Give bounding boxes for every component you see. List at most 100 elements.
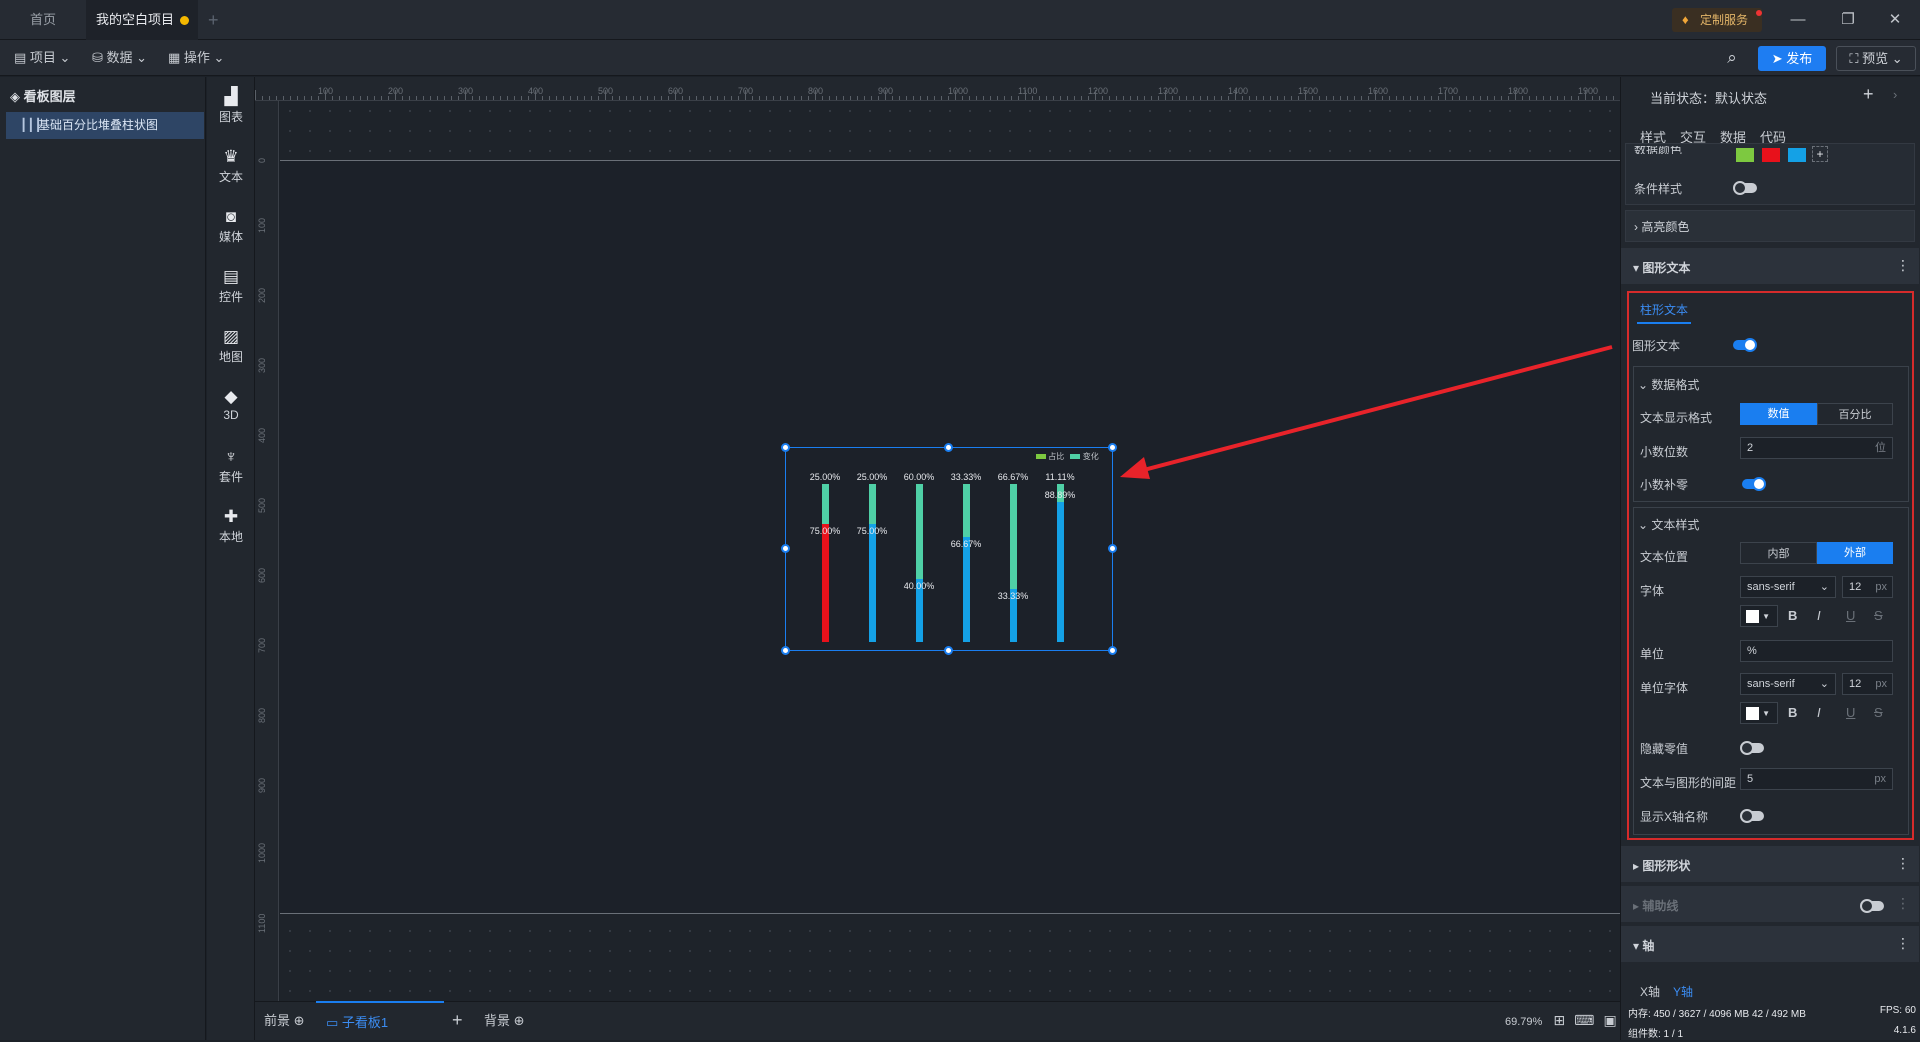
bold-icon[interactable]: B — [1788, 608, 1797, 623]
fit-icon[interactable]: ⊞ — [1553, 1012, 1565, 1028]
italic-icon[interactable]: I — [1817, 705, 1821, 720]
bar-segment-change[interactable] — [963, 484, 970, 537]
search-icon[interactable]: ⌕ — [1722, 48, 1742, 68]
cond-style-toggle[interactable] — [1733, 181, 1757, 195]
bar-segment-share[interactable] — [869, 523, 876, 642]
chart-widget[interactable]: 25.00% 75.00% 25.00% 75.00% 60.00% 40.00% 33.3… — [785, 447, 1113, 651]
more-icon[interactable]: ⋮ — [1896, 855, 1910, 872]
menu-data[interactable]: ⛁ 数据 ⌄ — [92, 40, 147, 76]
ruler-tick — [766, 96, 767, 100]
bar-segment-share[interactable] — [822, 523, 829, 642]
component-media[interactable]: ◙ 媒体 — [207, 208, 255, 245]
bar-segment-share[interactable] — [1057, 501, 1064, 642]
bar-segment-change[interactable] — [1010, 484, 1017, 590]
chevron-right-icon[interactable]: › — [1893, 87, 1897, 102]
ruler-tick — [1564, 96, 1565, 100]
resize-handle-l[interactable] — [781, 544, 790, 553]
resize-handle-bl[interactable] — [781, 646, 790, 655]
preview-button[interactable]: ⛶ 预览 ⌄ — [1836, 46, 1916, 71]
position-outer-button[interactable]: 外部 — [1817, 542, 1893, 564]
add-board-icon[interactable]: + — [452, 1001, 463, 1040]
bar-segment-share[interactable] — [963, 536, 970, 642]
axis-header[interactable] — [1621, 926, 1919, 962]
hide-zero-toggle[interactable] — [1740, 741, 1764, 755]
format-percent-button[interactable]: 百分比 — [1817, 403, 1893, 425]
strikethrough-icon[interactable]: S — [1874, 608, 1883, 623]
underline-icon[interactable]: U — [1846, 705, 1855, 720]
resize-handle-r[interactable] — [1108, 544, 1117, 553]
format-value-button[interactable]: 数值 — [1740, 403, 1817, 425]
resize-handle-tl[interactable] — [781, 443, 790, 452]
decimals-input[interactable]: 2位 — [1740, 437, 1893, 459]
more-icon[interactable]: ⋮ — [1896, 935, 1910, 952]
font-family-select[interactable]: sans-serif ⌄ — [1740, 576, 1836, 598]
tab-home[interactable]: 首页 — [0, 0, 86, 40]
component-control[interactable]: ▤ 控件 — [207, 268, 255, 305]
unit-font-family-select[interactable]: sans-serif ⌄ — [1740, 673, 1836, 695]
ruler-tick — [1151, 96, 1152, 100]
aux-line-toggle[interactable] — [1860, 899, 1884, 913]
text-gap-input[interactable]: 5 px — [1740, 768, 1893, 790]
tab-y-axis[interactable]: Y轴 — [1673, 983, 1693, 1000]
bold-icon[interactable]: B — [1788, 705, 1797, 720]
swatch-red[interactable] — [1762, 148, 1780, 162]
more-icon[interactable]: ⋮ — [1896, 895, 1910, 912]
tab-bar-text[interactable]: 柱形文本 — [1637, 301, 1692, 324]
resize-handle-b[interactable] — [944, 646, 953, 655]
terminal-icon[interactable]: ▣ — [1603, 1012, 1616, 1028]
component-kit[interactable]: ♆ 套件 — [207, 448, 255, 485]
highlight-color-header[interactable]: › 高亮颜色 — [1634, 218, 1689, 235]
restore-icon[interactable]: ❐ — [1823, 0, 1873, 40]
shape-text-toggle[interactable] — [1733, 338, 1757, 352]
underline-icon[interactable]: U — [1846, 608, 1855, 623]
font-color-picker[interactable]: ▼ — [1740, 605, 1778, 627]
add-color-icon[interactable]: + — [1812, 146, 1828, 162]
ruler-tick — [1438, 96, 1439, 100]
component-chart[interactable]: ▟ 图表 — [207, 88, 255, 125]
ruler-tick — [759, 96, 760, 100]
resize-handle-t[interactable] — [944, 443, 953, 452]
bar-segment-change[interactable] — [822, 484, 829, 524]
publish-button[interactable]: ➤ 发布 — [1758, 46, 1826, 71]
add-state-icon[interactable]: + — [1863, 84, 1874, 105]
unit-color-picker[interactable]: ▼ — [1740, 702, 1778, 724]
keyboard-icon[interactable]: ⌨ — [1574, 1012, 1594, 1028]
more-icon[interactable]: ⋮ — [1896, 257, 1910, 274]
font-size-value: 12 — [1849, 581, 1862, 593]
ruler-top-label: 1800 — [1508, 86, 1529, 96]
show-x-name-toggle[interactable] — [1740, 809, 1764, 823]
add-circle-icon[interactable]: ⊕ — [514, 1013, 525, 1028]
tab-background[interactable]: 背景 ⊕ — [484, 1001, 525, 1040]
data-format-header[interactable]: ⌄ 数据格式 — [1638, 376, 1699, 393]
italic-icon[interactable]: I — [1817, 608, 1821, 623]
menu-operation[interactable]: ▦ 操作 ⌄ — [168, 40, 224, 76]
tab-x-axis[interactable]: X轴 — [1640, 983, 1660, 1000]
text-style-header[interactable]: ⌄ 文本样式 — [1638, 516, 1699, 533]
tab-sub-board[interactable]: ▭ 子看板1 — [316, 1001, 444, 1040]
font-size-input[interactable]: 12 px — [1842, 576, 1893, 598]
pad-zero-toggle[interactable] — [1742, 477, 1766, 491]
tab-foreground[interactable]: 前景 ⊕ — [264, 1001, 305, 1040]
menu-project[interactable]: ▤ 项目 ⌄ — [14, 40, 70, 76]
resize-handle-tr[interactable] — [1108, 443, 1117, 452]
component-local[interactable]: ✚ 本地 — [207, 508, 255, 545]
unit-input[interactable]: % — [1740, 640, 1893, 662]
close-icon[interactable]: ✕ — [1870, 0, 1920, 40]
strikethrough-icon[interactable]: S — [1874, 705, 1883, 720]
ruler-tick — [1431, 96, 1432, 100]
unit-font-size-input[interactable]: 12 px — [1842, 673, 1893, 695]
swatch-green[interactable] — [1736, 148, 1754, 162]
minimize-icon[interactable]: — — [1773, 0, 1823, 40]
position-inner-button[interactable]: 内部 — [1740, 542, 1817, 564]
component-3d[interactable]: ◆ 3D — [207, 388, 255, 423]
resize-handle-br[interactable] — [1108, 646, 1117, 655]
bar-segment-change[interactable] — [916, 484, 923, 579]
data-label-top: 25.00% — [809, 472, 841, 482]
swatch-blue[interactable] — [1788, 148, 1806, 162]
add-tab-icon[interactable]: + — [208, 0, 219, 40]
component-map[interactable]: ▨ 地图 — [207, 328, 255, 365]
bar-segment-change[interactable] — [869, 484, 876, 524]
zoom-level[interactable]: 69.79% ⊞ ⌨ ▣ — [1505, 1001, 1617, 1042]
component-text[interactable]: ♛ 文本 — [207, 148, 255, 185]
add-circle-icon[interactable]: ⊕ — [294, 1013, 305, 1028]
